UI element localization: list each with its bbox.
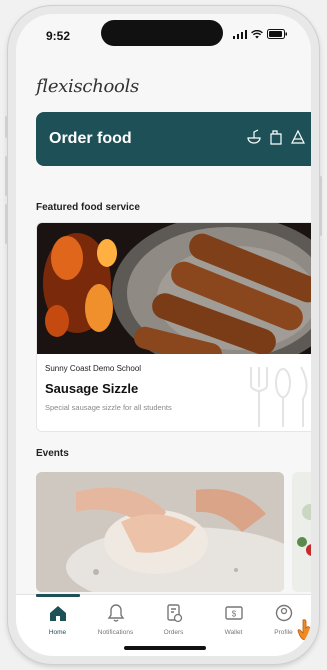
cutlery-watermark-icon: [250, 366, 308, 427]
power-button: [319, 176, 322, 236]
silent-switch: [5, 116, 8, 138]
app-screen: 9:52 flexischools Order food Featured fo…: [16, 14, 311, 656]
volume-up-button: [5, 156, 8, 196]
nav-orders-label: Orders: [163, 629, 184, 636]
lunch-bag-icon: [270, 130, 282, 145]
bell-icon: [107, 604, 124, 622]
order-food-title: Order food: [49, 130, 132, 147]
nav-orders[interactable]: Orders: [146, 603, 201, 636]
status-bar: 9:52: [16, 14, 311, 54]
featured-title: Sausage Sizzle: [45, 381, 139, 396]
phone-frame: 9:52 flexischools Order food Featured fo…: [5, 6, 322, 664]
home-indicator: [124, 646, 206, 650]
volume-down-button: [5, 204, 8, 244]
nav-notifications[interactable]: Notifications: [88, 603, 143, 636]
battery-icon: [267, 29, 287, 39]
svg-text:$: $: [231, 610, 236, 619]
sausage-sizzle-image: [37, 223, 311, 354]
featured-section-title: Featured food service: [36, 202, 140, 213]
status-time: 9:52: [46, 29, 71, 43]
takeaway-icon: [247, 129, 261, 144]
nav-notifications-label: Notifications: [97, 629, 134, 636]
profile-icon: [275, 604, 292, 622]
nav-home[interactable]: Home: [30, 603, 85, 636]
nav-home-label: Home: [48, 629, 67, 636]
orders-icon: [166, 604, 182, 623]
event-card-partial[interactable]: [292, 472, 311, 592]
order-food-card[interactable]: Order food: [36, 112, 311, 166]
cake-icon: [291, 129, 305, 144]
event-image-partial: [292, 472, 311, 592]
signal-icon: [233, 29, 247, 39]
nav-wallet[interactable]: $ Wallet: [206, 603, 261, 636]
featured-food-card[interactable]: Sunny Coast Demo School Sausage Sizzle S…: [36, 222, 311, 432]
nav-wallet-label: Wallet: [224, 629, 243, 636]
event-card[interactable]: [36, 472, 284, 592]
events-section-title: Events: [36, 448, 69, 459]
status-icons: [233, 29, 287, 39]
featured-description: Special sausage sizzle for all students: [45, 403, 172, 412]
wifi-icon: [251, 29, 263, 38]
hand-cursor-icon: [297, 619, 311, 641]
wallet-icon: $: [224, 606, 243, 620]
active-tab-indicator: [36, 594, 80, 597]
dynamic-island: [101, 20, 223, 46]
app-logo: flexischools: [36, 76, 139, 97]
order-food-icons: [246, 129, 306, 145]
baking-event-image: [36, 472, 284, 592]
home-icon: [49, 606, 66, 621]
featured-school-name: Sunny Coast Demo School: [45, 364, 142, 373]
